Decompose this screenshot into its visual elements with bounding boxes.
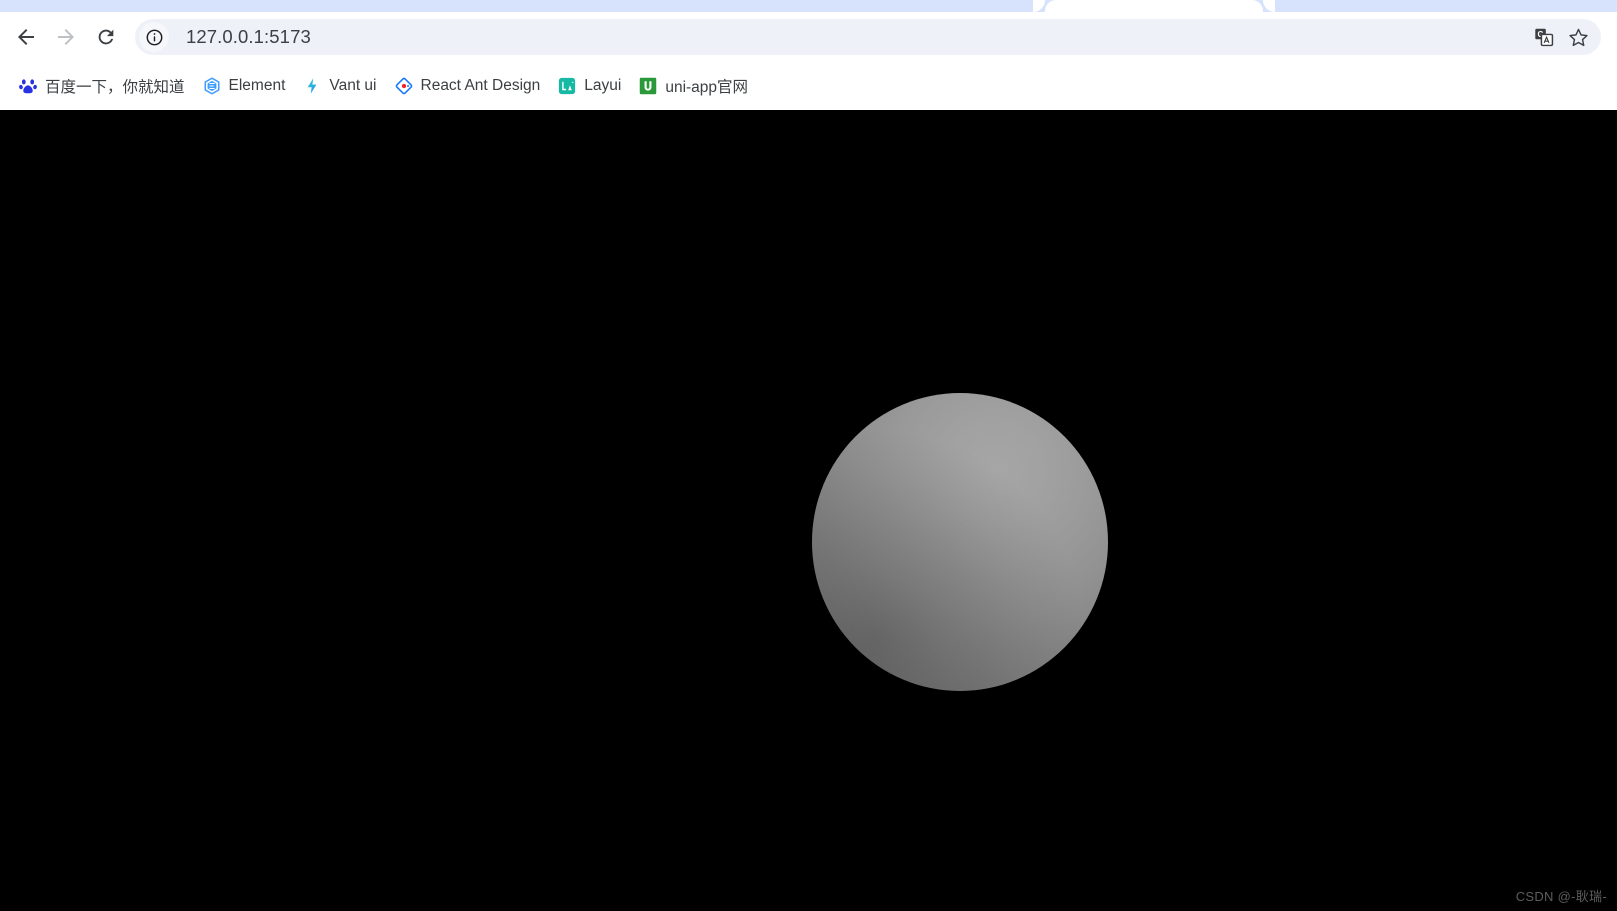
translate-icon: G (1535, 28, 1554, 47)
bookmark-baidu[interactable]: 百度一下，你就知道 (10, 71, 194, 101)
forward-button (46, 17, 86, 57)
baidu-paw-icon (19, 77, 37, 95)
ant-design-diamond-icon (395, 77, 413, 95)
uniapp-icon (639, 77, 657, 95)
element-hexagon-icon (203, 77, 221, 95)
bookmark-label: Vant ui (329, 77, 377, 94)
grey-sphere (812, 393, 1108, 691)
back-arrow-icon (18, 29, 34, 45)
bookmark-star-button[interactable] (1563, 22, 1593, 52)
site-info-button[interactable] (139, 22, 169, 52)
layui-icon (558, 77, 576, 95)
reload-button[interactable] (86, 17, 126, 57)
bookmark-label: 百度一下，你就知道 (45, 79, 185, 96)
bookmark-label: uni-app官网 (665, 79, 749, 96)
omnibox-actions: G (1529, 22, 1593, 52)
translate-button[interactable]: G (1529, 22, 1559, 52)
bookmark-react-ant-design[interactable]: React Ant Design (386, 71, 550, 101)
bookmark-layui[interactable]: Layui (549, 71, 630, 101)
vant-icon (303, 77, 321, 95)
url-text[interactable]: 127.0.0.1:5173 (186, 26, 1529, 48)
bookmark-label: Element (228, 77, 286, 94)
bookmark-vant-ui[interactable]: Vant ui (294, 71, 385, 101)
bookmark-element[interactable]: Element (194, 71, 295, 101)
star-icon (1568, 28, 1588, 46)
back-button[interactable] (6, 17, 46, 57)
tab-strip-right-area (1275, 0, 1617, 12)
tab-strip (0, 0, 1617, 12)
address-bar[interactable]: 127.0.0.1:5173 G (135, 19, 1601, 55)
browser-tab-active[interactable] (1033, 0, 1275, 12)
bookmark-label: Layui (584, 77, 622, 94)
tab-strip-left-area (0, 0, 1033, 12)
bookmarks-bar: 百度一下，你就知道 Element Vant ui React Ant Desi… (0, 62, 1617, 110)
bookmark-uniapp[interactable]: uni-app官网 (630, 71, 757, 101)
browser-toolbar: 127.0.0.1:5173 G (0, 12, 1617, 62)
reload-icon (98, 29, 114, 45)
page-viewport[interactable]: CSDN @-耿瑞- (0, 110, 1617, 911)
browser-window: 127.0.0.1:5173 G 百度一下，你就知道 Element Vant … (0, 0, 1617, 911)
forward-arrow-icon (58, 29, 74, 45)
bookmark-label: React Ant Design (420, 77, 541, 94)
info-circle-icon (146, 29, 162, 45)
sphere-shading-overlay (812, 393, 1108, 691)
csdn-watermark: CSDN @-耿瑞- (1515, 889, 1607, 904)
